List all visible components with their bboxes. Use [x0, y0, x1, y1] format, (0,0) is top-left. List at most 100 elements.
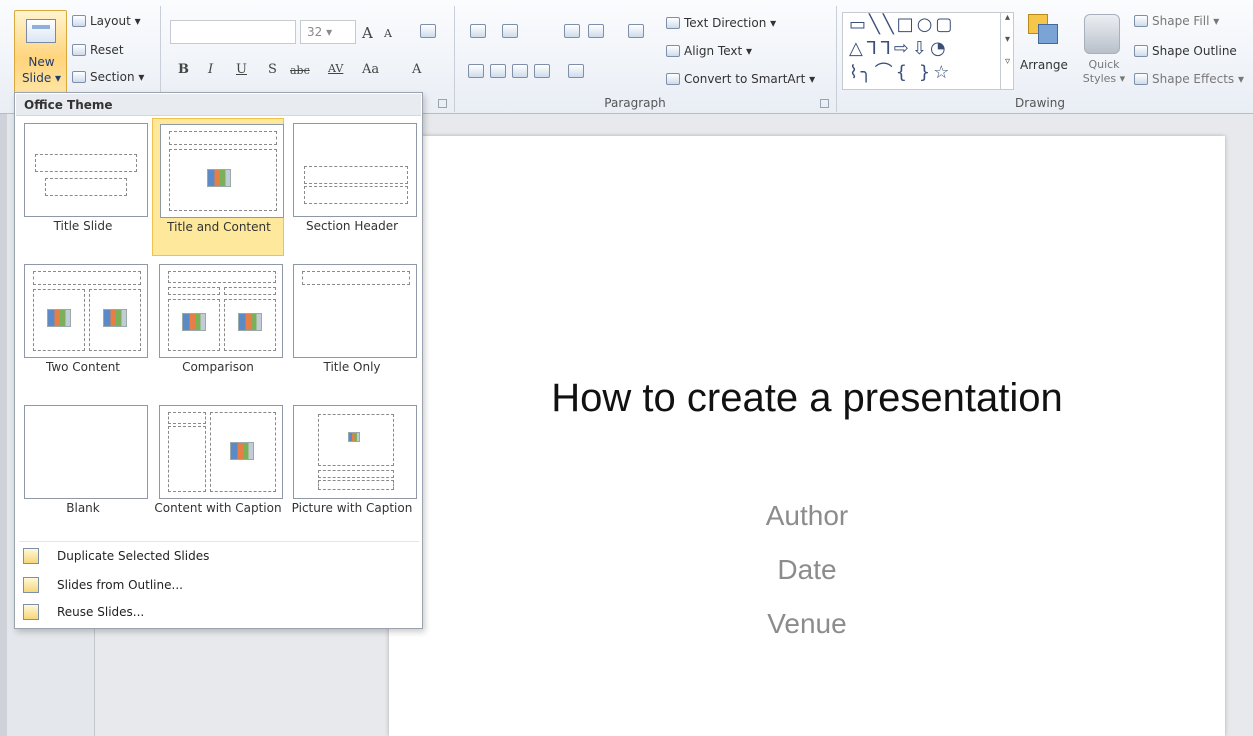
layout-label: Title and Content — [167, 220, 271, 234]
slide-date[interactable]: Date — [389, 554, 1225, 586]
menu-header: Office Theme — [16, 94, 421, 116]
slide-title[interactable]: How to create a presentation — [389, 376, 1225, 421]
convert-smartart-button[interactable]: Convert to SmartArt ▾ — [666, 72, 815, 86]
decrease-indent-icon[interactable] — [564, 24, 580, 38]
shape-outline-button[interactable]: Shape Outline — [1134, 44, 1237, 58]
layout-label: Blank — [66, 501, 100, 515]
layout-picture-with-caption[interactable]: Picture with Caption — [286, 400, 418, 538]
layout-title-slide[interactable]: Title Slide — [17, 118, 149, 256]
layout-thumbnail — [293, 123, 417, 217]
section-label: Section ▾ — [90, 70, 145, 84]
content-placeholder-icon — [230, 442, 254, 460]
clear-formatting-icon[interactable] — [420, 24, 436, 38]
reuse-slides-item[interactable]: Reuse Slides... — [23, 601, 144, 623]
smartart-icon — [666, 73, 680, 85]
font-dialog-launcher[interactable] — [438, 99, 447, 108]
justify-icon[interactable] — [534, 64, 550, 78]
section-button[interactable]: Section ▾ — [72, 70, 144, 84]
shape-fill-label: Shape Fill ▾ — [1152, 14, 1220, 28]
slide-venue[interactable]: Venue — [389, 608, 1225, 640]
layout-title-only[interactable]: Title Only — [286, 259, 418, 397]
character-spacing-button[interactable]: AV — [328, 62, 343, 75]
slide-author[interactable]: Author — [389, 500, 1225, 532]
layout-thumbnail — [293, 264, 417, 358]
shapes-gallery[interactable]: ▭╲╲□○▢ △ᒣᒣ⇨⇩◔ ⌇╮⌒{ }☆ — [842, 12, 1014, 90]
shape-effects-label: Shape Effects ▾ — [1152, 72, 1245, 86]
layout-thumbnail — [24, 405, 148, 499]
pencil-icon — [1134, 45, 1148, 57]
bullets-icon[interactable] — [470, 24, 486, 38]
font-size-combobox[interactable]: 32 ▾ — [300, 20, 356, 44]
duplicate-selected-slides-item[interactable]: Duplicate Selected Slides — [23, 545, 209, 567]
font-name-combobox[interactable] — [170, 20, 296, 44]
reset-button[interactable]: Reset — [72, 43, 124, 57]
grow-font-button[interactable]: A — [362, 24, 373, 42]
font-color-button[interactable]: A — [412, 62, 421, 77]
align-left-icon[interactable] — [468, 64, 484, 78]
paragraph-dialog-launcher[interactable] — [820, 99, 829, 108]
text-direction-button[interactable]: Text Direction ▾ — [666, 16, 776, 30]
layout-blank[interactable]: Blank — [17, 400, 149, 538]
section-icon — [72, 71, 86, 83]
line-spacing-icon[interactable] — [628, 24, 644, 38]
layout-thumbnail — [24, 264, 148, 358]
convert-smartart-label: Convert to SmartArt ▾ — [684, 72, 816, 86]
align-right-icon[interactable] — [512, 64, 528, 78]
layout-icon — [72, 15, 86, 27]
quick-styles-icon — [1084, 14, 1120, 54]
paint-bucket-icon — [1134, 15, 1148, 27]
menu-separator — [19, 541, 419, 542]
slide[interactable]: How to create a presentation Author Date… — [389, 136, 1225, 736]
change-case-button[interactable]: Aa — [362, 62, 379, 77]
paragraph-group-label: Paragraph — [604, 96, 666, 110]
arrange-label: Arrange — [1020, 58, 1068, 72]
text-shadow-button[interactable]: S — [268, 62, 277, 77]
shape-fill-button[interactable]: Shape Fill ▾ — [1134, 14, 1219, 28]
align-text-label: Align Text ▾ — [684, 44, 753, 58]
layout-two-content[interactable]: Two Content — [17, 259, 149, 397]
layout-section-header[interactable]: Section Header — [286, 118, 418, 256]
shape-effects-icon — [1134, 73, 1148, 85]
content-placeholder-icon — [47, 309, 71, 327]
reset-icon — [72, 44, 86, 56]
strikethrough-button[interactable]: abc — [290, 64, 310, 77]
layout-label: Title Slide — [53, 219, 113, 233]
italic-button[interactable]: I — [208, 62, 213, 77]
shapes-gallery-scroll[interactable]: ▴ ▾ ▿ — [1000, 12, 1014, 90]
slides-from-outline-item[interactable]: Slides from Outline... — [23, 574, 183, 596]
new-slide-button[interactable]: New Slide ▾ — [14, 10, 67, 98]
layout-label: Two Content — [45, 360, 121, 374]
layout-button[interactable]: Layout ▾ — [72, 14, 141, 28]
layout-title-and-content[interactable]: Title and Content — [152, 118, 284, 256]
layout-content-with-caption[interactable]: Content with Caption — [152, 400, 284, 538]
text-direction-label: Text Direction ▾ — [684, 16, 777, 30]
picture-placeholder-icon — [348, 432, 360, 442]
slides-from-outline-icon — [23, 577, 39, 593]
layout-thumbnail — [160, 124, 284, 218]
underline-button[interactable]: U — [236, 62, 247, 77]
new-slide-label: New — [28, 55, 55, 69]
align-text-button[interactable]: Align Text ▾ — [666, 44, 752, 58]
left-edge-strip — [0, 114, 7, 736]
bold-button[interactable]: B — [178, 62, 189, 77]
shrink-font-button[interactable]: A — [384, 27, 392, 40]
align-center-icon[interactable] — [490, 64, 506, 78]
arrange-button[interactable]: Arrange — [1020, 58, 1068, 72]
content-placeholder-icon — [238, 313, 262, 331]
duplicate-slides-icon — [23, 548, 39, 564]
layout-thumbnail — [293, 405, 417, 499]
shape-effects-button[interactable]: Shape Effects ▾ — [1134, 72, 1244, 86]
layout-label: Title Only — [323, 360, 381, 374]
layout-thumbnail — [159, 264, 283, 358]
increase-indent-icon[interactable] — [588, 24, 604, 38]
layout-thumbnail — [159, 405, 283, 499]
menu-item-label: Slides from Outline... — [57, 578, 183, 592]
align-text-icon — [666, 45, 680, 57]
numbering-icon[interactable] — [502, 24, 518, 38]
columns-icon[interactable] — [568, 64, 584, 78]
quick-styles-button[interactable]: Quick Styles ▾ — [1082, 58, 1126, 86]
layout-comparison[interactable]: Comparison — [152, 259, 284, 397]
new-slide-layout-menu: Office Theme Title Slide Title and Conte… — [14, 92, 423, 629]
new-slide-icon — [26, 19, 56, 43]
layout-label: Content with Caption — [154, 501, 282, 515]
